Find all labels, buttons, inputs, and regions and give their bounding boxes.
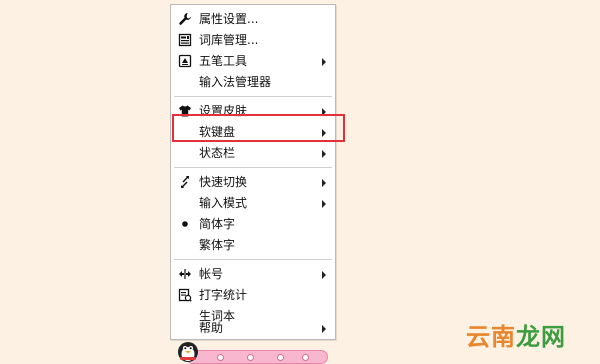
menu-item-traditional[interactable]: 繁体字 — [171, 235, 335, 256]
menu-item-label: 输入模式 — [199, 196, 248, 210]
menu-separator — [174, 96, 332, 98]
menu-item-label: 输入法管理器 — [199, 75, 272, 89]
wrench-icon — [179, 13, 191, 25]
submenu-arrow-icon — [322, 271, 326, 279]
menu-item-help[interactable]: 帮助 — [171, 318, 335, 339]
menu-item-label: 帐号 — [199, 267, 224, 281]
submenu-arrow-icon — [322, 179, 326, 187]
menu-item-label: 状态栏 — [199, 146, 236, 160]
menu-item-status-bar[interactable]: 状态栏 — [171, 143, 335, 164]
menu-item-ime-manager[interactable]: 输入法管理器 — [171, 72, 335, 93]
menu-item-account[interactable]: 帐号 — [171, 264, 335, 285]
menu-item-label: 五笔工具 — [199, 54, 248, 68]
menu-item-input-mode[interactable]: 输入模式 — [171, 193, 335, 214]
menu-separator — [174, 259, 332, 261]
menu-item-label: 快速切换 — [199, 175, 248, 189]
submenu-arrow-icon — [322, 325, 326, 333]
menu-item-label: 词库管理... — [199, 33, 259, 47]
watermark-text-2: 龙网 — [516, 323, 566, 351]
menu-item-label: 繁体字 — [199, 238, 236, 252]
submenu-arrow-icon — [322, 200, 326, 208]
watermark-text-1: 云南 — [466, 323, 516, 351]
menu-item-label: 打字统计 — [199, 288, 248, 302]
menu-item-label: 简体字 — [199, 217, 236, 231]
statistics-icon — [178, 288, 192, 302]
submenu-arrow-icon — [322, 58, 326, 66]
menu-item-quick-switch[interactable]: 快速切换 — [171, 172, 335, 193]
switch-icon — [181, 176, 189, 188]
tool-window-icon — [178, 54, 192, 68]
menu-separator — [174, 167, 332, 169]
menu-item-label: 属性设置... — [199, 12, 259, 26]
menu-item-simplified[interactable]: 简体字 — [171, 214, 335, 235]
penguin-logo-icon[interactable] — [174, 338, 202, 362]
menu-item-typing-stats[interactable]: 打字统计 — [171, 285, 335, 306]
menu-item-label: 帮助 — [199, 321, 224, 335]
menu-item-wubi-tools[interactable]: 五笔工具 — [171, 51, 335, 72]
context-menu: 属性设置... 词库管理... 五笔工具 输入法管理器 设置皮肤 软键盘 状态栏… — [170, 4, 336, 340]
bullet-icon — [182, 221, 188, 227]
menu-item-dictionary[interactable]: 词库管理... — [171, 30, 335, 51]
dictionary-icon — [178, 33, 192, 47]
submenu-arrow-icon — [322, 150, 326, 158]
watermark: 云南龙网 — [466, 317, 566, 352]
menu-item-properties[interactable]: 属性设置... — [171, 9, 335, 30]
ime-status-bar[interactable] — [186, 350, 328, 364]
account-icon — [179, 269, 191, 279]
highlight-box — [172, 114, 345, 142]
